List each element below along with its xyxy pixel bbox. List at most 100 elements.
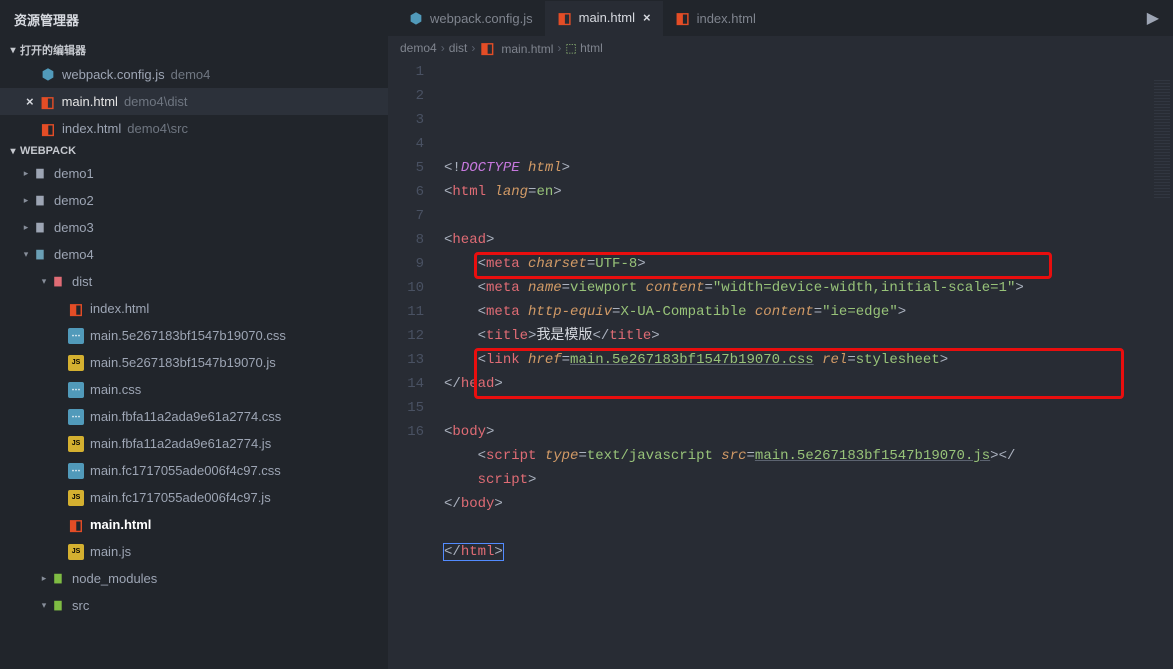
chevron-right-icon: ›	[471, 41, 475, 55]
file-item[interactable]: ◧index.html	[0, 295, 388, 322]
folder-icon: ▇	[32, 247, 48, 263]
css-icon: ⋯	[68, 382, 84, 398]
open-editor-item[interactable]: ◧ index.html demo4\src	[0, 115, 388, 142]
breadcrumb-item[interactable]: demo4	[400, 41, 437, 55]
css-icon: ⋯	[68, 328, 84, 344]
html5-icon: ◧	[68, 517, 84, 533]
item-label: demo1	[54, 166, 94, 181]
item-label: demo3	[54, 220, 94, 235]
explorer-title: 资源管理器	[0, 0, 388, 39]
close-icon[interactable]: ×	[26, 94, 34, 109]
item-label: main.js	[90, 544, 131, 559]
editor-tab[interactable]: ⬢ webpack.config.js	[396, 1, 545, 36]
editor-tab[interactable]: ◧ main.html ×	[545, 1, 663, 36]
js-icon: JS	[68, 355, 84, 371]
line-gutter: 12345678910111213141516	[388, 60, 444, 669]
code-editor[interactable]: 12345678910111213141516 <!DOCTYPE html><…	[388, 60, 1173, 669]
file-tree: ▸▇demo1▸▇demo2▸▇demo3▾▇demo4▾▇dist◧index…	[0, 160, 388, 619]
file-name: index.html	[62, 121, 121, 136]
item-label: demo4	[54, 247, 94, 262]
project-section[interactable]: ▾ WEBPACK	[0, 142, 388, 160]
file-path: demo4	[171, 67, 211, 82]
file-name: webpack.config.js	[62, 67, 165, 82]
file-item[interactable]: JS main.5e267183bf1547b19070.js	[0, 349, 388, 376]
breadcrumb[interactable]: demo4›dist›◧main.html›⬚ html	[388, 36, 1173, 60]
file-item[interactable]: ◧ main.html	[0, 511, 388, 538]
file-path: demo4\src	[127, 121, 188, 136]
html5-icon: ◧	[675, 10, 691, 26]
item-label: src	[72, 598, 89, 613]
file-item[interactable]: ⋯ main.5e267183bf1547b19070.css	[0, 322, 388, 349]
file-path: demo4\dist	[124, 94, 188, 109]
code-content[interactable]: <!DOCTYPE html><html lang=en> <head> <me…	[444, 60, 1173, 669]
tab-label: index.html	[697, 11, 756, 26]
js-icon: JS	[68, 544, 84, 560]
file-item[interactable]: ⋯ main.fc1717055ade006f4c97.css	[0, 457, 388, 484]
file-item[interactable]: JS main.js	[0, 538, 388, 565]
run-icon[interactable]: ▶	[1147, 8, 1159, 28]
item-label: main.5e267183bf1547b19070.js	[90, 355, 276, 370]
tab-bar: ⬢ webpack.config.js ◧ main.html × ◧ index.html	[388, 0, 1173, 36]
item-label: node_modules	[72, 571, 157, 586]
item-label: main.fbfa11a2ada9e61a2774.js	[90, 436, 271, 451]
close-icon[interactable]: ×	[643, 10, 651, 25]
css-icon: ⋯	[68, 409, 84, 425]
js-icon: JS	[68, 436, 84, 452]
chevron-down-icon: ▾	[6, 45, 20, 56]
editor-area: ⬢webpack.config.js◧main.html×◧index.html…	[388, 0, 1173, 669]
item-label: main.html	[90, 517, 151, 532]
file-item[interactable]: ⋯main.fbfa11a2ada9e61a2774.css	[0, 403, 388, 430]
tab-label: main.html	[579, 10, 635, 25]
breadcrumb-item[interactable]: ⬚ html	[565, 41, 602, 55]
folder-icon: ▇	[32, 193, 48, 209]
folder-icon: ▇	[32, 220, 48, 236]
open-editor-item[interactable]: × ◧ main.html demo4\dist	[0, 88, 388, 115]
item-label: main.5e267183bf1547b19070.css	[90, 328, 286, 343]
js-icon: JS	[68, 490, 84, 506]
html5-icon: ◧	[40, 121, 56, 137]
webpack-icon: ⬢	[408, 10, 424, 26]
html5-icon: ◧	[557, 10, 573, 26]
item-label: demo2	[54, 193, 94, 208]
open-editors-section[interactable]: ▾ 打开的编辑器	[0, 39, 388, 61]
open-editor-item[interactable]: ⬢ webpack.config.js demo4	[0, 61, 388, 88]
folder-icon: ▇	[50, 274, 66, 290]
folder-item[interactable]: ▾▇ src	[0, 592, 388, 619]
item-label: dist	[72, 274, 92, 289]
folder-item[interactable]: ▾▇ dist	[0, 268, 388, 295]
folder-item[interactable]: ▸▇demo1	[0, 160, 388, 187]
chevron-right-icon: ▸	[20, 168, 32, 179]
item-label: main.fc1717055ade006f4c97.js	[90, 490, 271, 505]
item-label: main.css	[90, 382, 141, 397]
chevron-right-icon: ›	[441, 41, 445, 55]
file-item[interactable]: ⋯ main.css	[0, 376, 388, 403]
file-name: main.html	[62, 94, 118, 109]
webpack-icon: ⬢	[40, 67, 56, 83]
item-label: index.html	[90, 301, 149, 316]
folder-icon: ▇	[50, 598, 66, 614]
open-editors-label: 打开的编辑器	[20, 42, 86, 58]
chevron-right-icon: ▸	[38, 573, 50, 584]
editor-tab[interactable]: ◧ index.html	[663, 1, 768, 36]
chevron-down-icon: ▾	[38, 276, 50, 287]
breadcrumb-item[interactable]: ◧main.html	[479, 40, 553, 56]
css-icon: ⋯	[68, 463, 84, 479]
tab-label: webpack.config.js	[430, 11, 533, 26]
chevron-right-icon: ▸	[20, 195, 32, 206]
folder-item[interactable]: ▸▇ demo3	[0, 214, 388, 241]
html5-icon: ◧	[40, 94, 56, 110]
html5-icon: ◧	[479, 40, 495, 56]
minimap[interactable]	[1149, 60, 1173, 669]
folder-item[interactable]: ▸▇ demo2	[0, 187, 388, 214]
breadcrumb-item[interactable]: dist	[449, 41, 468, 55]
file-item[interactable]: JS main.fc1717055ade006f4c97.js	[0, 484, 388, 511]
folder-item[interactable]: ▸▇node_modules	[0, 565, 388, 592]
folder-item[interactable]: ▾▇ demo4	[0, 241, 388, 268]
file-item[interactable]: JS main.fbfa11a2ada9e61a2774.js	[0, 430, 388, 457]
project-label: WEBPACK	[20, 145, 76, 157]
chevron-right-icon: ▸	[20, 222, 32, 233]
open-editors-list: ⬢ webpack.config.js demo4 × ◧ main.html demo4\…	[0, 61, 388, 142]
chevron-down-icon: ▾	[38, 600, 50, 611]
chevron-down-icon: ▾	[20, 249, 32, 260]
item-label: main.fc1717055ade006f4c97.css	[90, 463, 281, 478]
